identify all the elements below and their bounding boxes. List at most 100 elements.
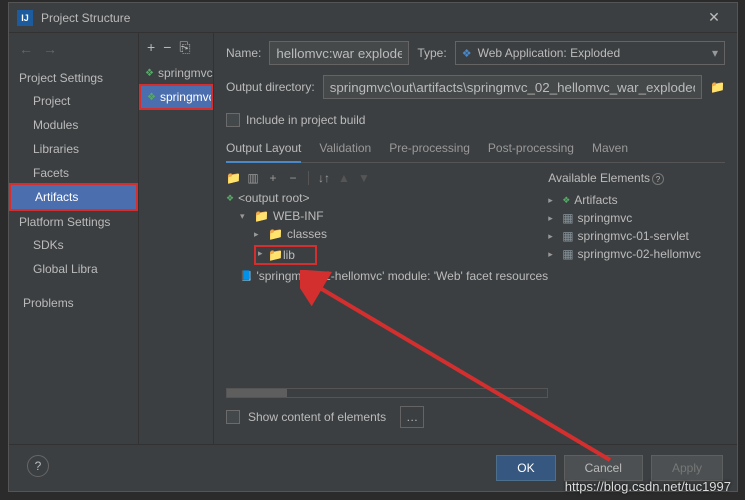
new-folder-icon[interactable]: 📁 (226, 171, 240, 185)
nav-sdks[interactable]: SDKs (9, 233, 138, 257)
avail-artifacts[interactable]: ▸ ❖ Artifacts (548, 191, 725, 209)
avail-mod2[interactable]: ▸ ▦ springmvc-01-servlet (548, 227, 725, 245)
show-content-row: Show content of elements … (226, 398, 548, 436)
back-icon[interactable]: ← (19, 41, 33, 57)
type-combo[interactable]: ❖ Web Application: Exploded ▾ (455, 41, 725, 65)
tree-label: WEB-INF (273, 209, 324, 223)
output-dir-row: Output directory: 📁 (226, 75, 725, 99)
nav-problems[interactable]: Problems (9, 291, 138, 315)
output-tree-panel: 📁 ▥ + − ↓↑ ▲ ▼ ❖ <output root> (226, 169, 548, 436)
nav-facets[interactable]: Facets (9, 161, 138, 185)
tree-label: classes (287, 227, 327, 241)
remove-icon[interactable]: − (163, 39, 171, 56)
h-scrollbar[interactable] (226, 388, 548, 398)
type-label: Type: (417, 46, 446, 60)
nav-history: ← → (9, 33, 138, 65)
expand-icon[interactable]: ▸ (258, 248, 268, 262)
name-label: Name: (226, 46, 261, 60)
artifacts-toolbar: + − ⎘ (139, 33, 213, 62)
avail-mod1[interactable]: ▸ ▦ springmvc (548, 209, 725, 227)
nav-artifacts[interactable]: Artifacts (9, 183, 138, 211)
down-icon: ▼ (357, 171, 371, 185)
new-archive-icon[interactable]: ▥ (246, 171, 260, 185)
module-icon: ▦ (562, 229, 573, 243)
avail-mod3[interactable]: ▸ ▦ springmvc-02-hellomvc (548, 245, 725, 263)
cancel-button[interactable]: Cancel (564, 455, 643, 481)
tree-root[interactable]: ❖ <output root> (226, 189, 548, 207)
left-nav-panel: ← → Project Settings Project Modules Lib… (9, 33, 139, 444)
expand-icon[interactable]: ▸ (548, 195, 558, 206)
web-facet-icon: 📘 (240, 271, 252, 282)
scrollbar-thumb[interactable] (227, 389, 287, 397)
tree-facet-resources[interactable]: 📘 'springmvc-02-hellomvc' module: 'Web' … (226, 267, 548, 285)
ok-button[interactable]: OK (496, 455, 555, 481)
section-project-settings: Project Settings (9, 65, 138, 89)
artifact-item-1[interactable]: ❖ springmvc-01 (139, 62, 213, 84)
tree-label: springmvc-01-servlet (578, 229, 689, 243)
show-content-checkbox[interactable] (226, 410, 240, 424)
output-tree[interactable]: ❖ <output root> ▾ 📁 WEB-INF ▸ 📁 classes (226, 189, 548, 285)
expand-icon[interactable]: ▸ (254, 229, 264, 240)
up-icon: ▲ (337, 171, 351, 185)
available-tree[interactable]: ▸ ❖ Artifacts ▸ ▦ springmvc ▸ ▦ spri (548, 191, 725, 263)
watermark: https://blog.csdn.net/tuc1997 (565, 479, 731, 494)
folder-icon: 📁 (268, 248, 283, 262)
apply-button[interactable]: Apply (651, 455, 723, 481)
artifact-icon: ❖ (562, 195, 570, 206)
nav-global-libraries[interactable]: Global Libra (9, 257, 138, 281)
artifact-icon: ❖ (147, 92, 156, 103)
help-button[interactable]: ? (27, 455, 49, 477)
tab-output-layout[interactable]: Output Layout (226, 137, 301, 163)
copy-icon[interactable]: ⎘ (179, 39, 190, 56)
name-input[interactable] (269, 41, 409, 65)
expand-icon[interactable]: ▸ (548, 213, 558, 224)
name-type-row: Name: Type: ❖ Web Application: Exploded … (226, 41, 725, 65)
folder-icon: 📁 (254, 209, 269, 223)
help-icon[interactable]: ? (652, 173, 664, 185)
tree-toolbar: 📁 ▥ + − ↓↑ ▲ ▼ (226, 169, 548, 189)
titlebar: IJ Project Structure ✕ (9, 3, 737, 33)
tree-lib[interactable]: ▸ 📁 lib (226, 243, 548, 267)
expand-icon[interactable]: ▸ (548, 249, 558, 260)
more-options-button[interactable]: … (400, 406, 424, 428)
tab-preprocessing[interactable]: Pre-processing (389, 137, 470, 162)
expand-icon[interactable]: ▾ (240, 211, 250, 222)
tree-label: 'springmvc-02-hellomvc' module: 'Web' fa… (256, 269, 548, 283)
remove-item-icon[interactable]: − (286, 171, 300, 185)
forward-icon[interactable]: → (43, 41, 57, 57)
nav-libraries[interactable]: Libraries (9, 137, 138, 161)
tab-validation[interactable]: Validation (319, 137, 371, 162)
close-icon[interactable]: ✕ (699, 9, 729, 26)
tree-webinf[interactable]: ▾ 📁 WEB-INF (226, 207, 548, 225)
expand-icon[interactable]: ▸ (548, 231, 558, 242)
artifacts-list-panel: + − ⎘ ❖ springmvc-01 ❖ springmvc-02 (139, 33, 214, 444)
browse-folder-icon[interactable]: 📁 (710, 80, 725, 94)
tree-label: lib (283, 248, 295, 262)
include-checkbox[interactable] (226, 113, 240, 127)
include-label: Include in project build (246, 113, 365, 127)
tree-classes[interactable]: ▸ 📁 classes (226, 225, 548, 243)
sort-icon[interactable]: ↓↑ (317, 171, 331, 185)
available-header: Available Elements? (548, 169, 725, 191)
app-icon: IJ (17, 10, 33, 26)
section-platform-settings: Platform Settings (9, 209, 138, 233)
window-title: Project Structure (41, 11, 699, 25)
add-icon[interactable]: + (147, 39, 155, 56)
tab-maven[interactable]: Maven (592, 137, 628, 162)
available-elements-panel: Available Elements? ▸ ❖ Artifacts ▸ ▦ sp… (548, 169, 725, 436)
folder-icon: 📁 (268, 227, 283, 241)
outdir-input[interactable] (323, 75, 702, 99)
show-content-label: Show content of elements (248, 410, 386, 424)
artifact-item-2[interactable]: ❖ springmvc-02 (139, 84, 213, 110)
tab-postprocessing[interactable]: Post-processing (488, 137, 574, 162)
type-value: Web Application: Exploded (478, 46, 621, 60)
tabs: Output Layout Validation Pre-processing … (226, 137, 725, 163)
tree-label: Artifacts (574, 193, 617, 207)
add-copy-icon[interactable]: + (266, 171, 280, 185)
nav-project[interactable]: Project (9, 89, 138, 113)
nav-modules[interactable]: Modules (9, 113, 138, 137)
module-icon: ▦ (562, 247, 573, 261)
project-structure-dialog: IJ Project Structure ✕ ← → Project Setti… (8, 2, 738, 492)
tree-label: <output root> (238, 191, 309, 205)
web-icon: ❖ (462, 47, 472, 60)
